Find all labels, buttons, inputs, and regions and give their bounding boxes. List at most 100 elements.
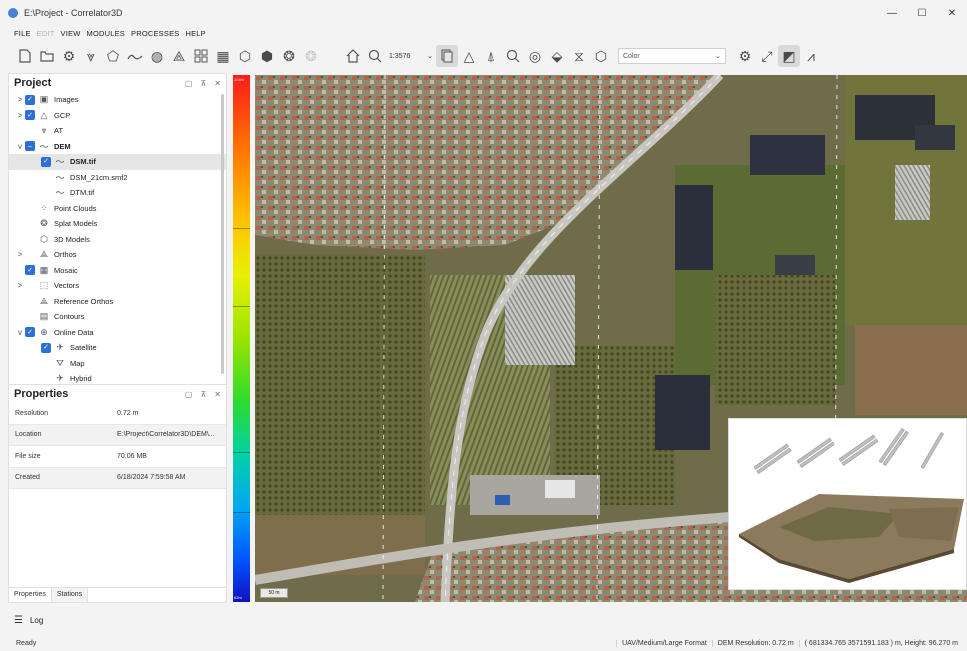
measure-icon[interactable]: ⩘ [800, 45, 822, 67]
close-panel-icon[interactable]: ✕ [214, 79, 221, 88]
tree-item-mosaic[interactable]: ✓ ▦ Mosaic [9, 263, 226, 279]
close-button[interactable]: ✕ [937, 0, 967, 26]
dem-edit-icon[interactable]: ◍ [146, 45, 168, 67]
tree-item-orthos[interactable]: > ⟁ Orthos [9, 247, 226, 263]
tree-item-dsm-tif[interactable]: ✓ 〜 DSM.tif [9, 154, 226, 170]
tree-item-3d-models[interactable]: ⬡ 3D Models [9, 232, 226, 248]
hourglass-icon[interactable]: ⧖ [568, 45, 590, 67]
visibility-checkbox[interactable]: ✓ [25, 110, 35, 121]
visibility-checkbox[interactable] [25, 250, 35, 260]
tree-item-dem[interactable]: v – 〜 DEM [9, 139, 226, 155]
model-export-icon[interactable]: ⬢ [256, 45, 278, 67]
visibility-checkbox[interactable] [25, 281, 35, 291]
visibility-checkbox[interactable] [41, 188, 51, 198]
tree-item-reference-orthos[interactable]: ⟁ Reference Orthos [9, 294, 226, 310]
mosaic-icon[interactable] [190, 45, 212, 67]
tree-item-map[interactable]: ⛛ Map [9, 356, 226, 372]
visibility-checkbox[interactable] [25, 312, 35, 322]
tree-item-hybrid[interactable]: ✈ Hybrid [9, 371, 226, 384]
expand-chevron-icon[interactable]: > [15, 250, 25, 259]
expand-chevron-icon[interactable]: v [15, 328, 25, 337]
dem-icon[interactable] [124, 45, 146, 67]
settings-icon[interactable]: ⚙ [734, 45, 756, 67]
visibility-checkbox[interactable] [25, 234, 35, 244]
visibility-checkbox[interactable] [25, 296, 35, 306]
aerial-triangulation-icon[interactable]: ⩔ [80, 45, 102, 67]
tree-item-label: Contours [54, 312, 85, 322]
ortho-icon[interactable]: ⟁ [168, 45, 190, 67]
tree-item-images[interactable]: > ✓ ▣ Images [9, 92, 226, 108]
tab-stations[interactable]: Stations [51, 588, 89, 602]
cube-icon[interactable]: ⬡ [590, 45, 612, 67]
minimize-button[interactable]: — [877, 0, 907, 26]
scale-select[interactable]: 1:3576 ⌄ [386, 48, 436, 64]
splat-icon[interactable]: ❂ [278, 45, 300, 67]
tree-item-online-data[interactable]: v ✓ ⊕ Online Data [9, 325, 226, 341]
visibility-checkbox[interactable]: ✓ [41, 342, 51, 353]
expand-chevron-icon[interactable]: > [15, 95, 25, 104]
close-panel-icon[interactable]: ✕ [214, 390, 221, 399]
tree-item-dsm-21cm-smf2[interactable]: 〜 DSM_21cm.smf2 [9, 170, 226, 186]
menu-processes[interactable]: PROCESSES [131, 29, 179, 38]
zoom-icon[interactable] [364, 45, 386, 67]
new-project-icon[interactable] [14, 45, 36, 67]
3d-model-icon[interactable]: ⬡ [234, 45, 256, 67]
pin-panel-icon[interactable]: ⊼ [200, 390, 206, 399]
visibility-checkbox[interactable] [41, 374, 51, 384]
tree-item-point-clouds[interactable]: ⁘ Point Clouds [9, 201, 226, 217]
maximize-button[interactable]: ☐ [907, 0, 937, 26]
property-key: File size [15, 452, 41, 460]
tree-item-gcp[interactable]: > ✓ △ GCP [9, 108, 226, 124]
tree-item-vectors[interactable]: > ⬚ Vectors [9, 278, 226, 294]
visibility-checkbox[interactable]: ✓ [41, 156, 51, 167]
open-folder-icon[interactable] [36, 45, 58, 67]
tree-scrollbar[interactable] [221, 94, 224, 374]
expand-chevron-icon[interactable]: > [15, 111, 25, 120]
menu-edit[interactable]: EDIT [37, 29, 55, 38]
visibility-checkbox[interactable] [25, 203, 35, 213]
map-view[interactable]: 50 m [255, 75, 967, 602]
terrain-icon[interactable]: △ [458, 45, 480, 67]
view-icon[interactable]: ◎ [524, 45, 546, 67]
property-value: 70.06 MB [117, 452, 147, 460]
visibility-checkbox[interactable]: ✓ [25, 265, 35, 276]
visibility-checkbox[interactable]: ✓ [25, 327, 35, 338]
main-toolbar: ⚙ ⩔ ⬠ ◍ ⟁ ▦ ⬡ ⬢ ❂ ❂ 1:3576 ⌄ △ ⍋ ◎ ⬙ ⧖ ⬡… [0, 41, 967, 71]
tree-item-splat-models[interactable]: ❂ Splat Models [9, 216, 226, 232]
visibility-checkbox[interactable] [25, 219, 35, 229]
menu-modules[interactable]: MODULES [87, 29, 126, 38]
tab-properties[interactable]: Properties [9, 588, 52, 602]
color-mode-select[interactable]: Color ⌄ [618, 48, 726, 64]
tree-item-at[interactable]: ⩔ AT [9, 123, 226, 139]
zoom-point-icon[interactable] [502, 45, 524, 67]
mesh-icon[interactable]: ⬠ [102, 45, 124, 67]
menu-help[interactable]: HELP [185, 29, 205, 38]
visibility-checkbox[interactable] [41, 358, 51, 368]
expand-chevron-icon[interactable]: v [15, 142, 25, 151]
menu-view[interactable]: VIEW [61, 29, 81, 38]
visibility-checkbox[interactable] [41, 172, 51, 182]
pin-icon[interactable]: ⍋ [480, 45, 502, 67]
tree-item-dtm-tif[interactable]: 〜 DTM.tif [9, 185, 226, 201]
expand-chevron-icon[interactable]: > [15, 281, 25, 290]
image-toggle-icon[interactable]: ◩ [778, 45, 800, 67]
menu-file[interactable]: FILE [14, 29, 31, 38]
visibility-checkbox[interactable] [25, 126, 35, 136]
fullscreen-icon[interactable]: ⤢ [756, 45, 778, 67]
log-bar[interactable]: ☰ Log [0, 610, 967, 630]
visibility-checkbox[interactable]: – [25, 141, 35, 152]
property-row: Location E:\Project\Correlator3D\DEM\... [9, 424, 226, 446]
log-icon: ☰ [14, 614, 23, 626]
gear-icon[interactable]: ⚙ [58, 45, 80, 67]
home-icon[interactable] [342, 45, 364, 67]
splat-faded-icon[interactable]: ❂ [300, 45, 322, 67]
restore-icon[interactable]: ▢ [185, 390, 193, 399]
restore-icon[interactable]: ▢ [185, 79, 193, 88]
layers-icon[interactable] [436, 45, 458, 67]
mosaic-edit-icon[interactable]: ▦ [212, 45, 234, 67]
tree-item-satellite[interactable]: ✓ ✈ Satellite [9, 340, 226, 356]
visibility-checkbox[interactable]: ✓ [25, 94, 35, 105]
pin-panel-icon[interactable]: ⊼ [200, 79, 206, 88]
height-icon[interactable]: ⬙ [546, 45, 568, 67]
tree-item-contours[interactable]: ▤ Contours [9, 309, 226, 325]
